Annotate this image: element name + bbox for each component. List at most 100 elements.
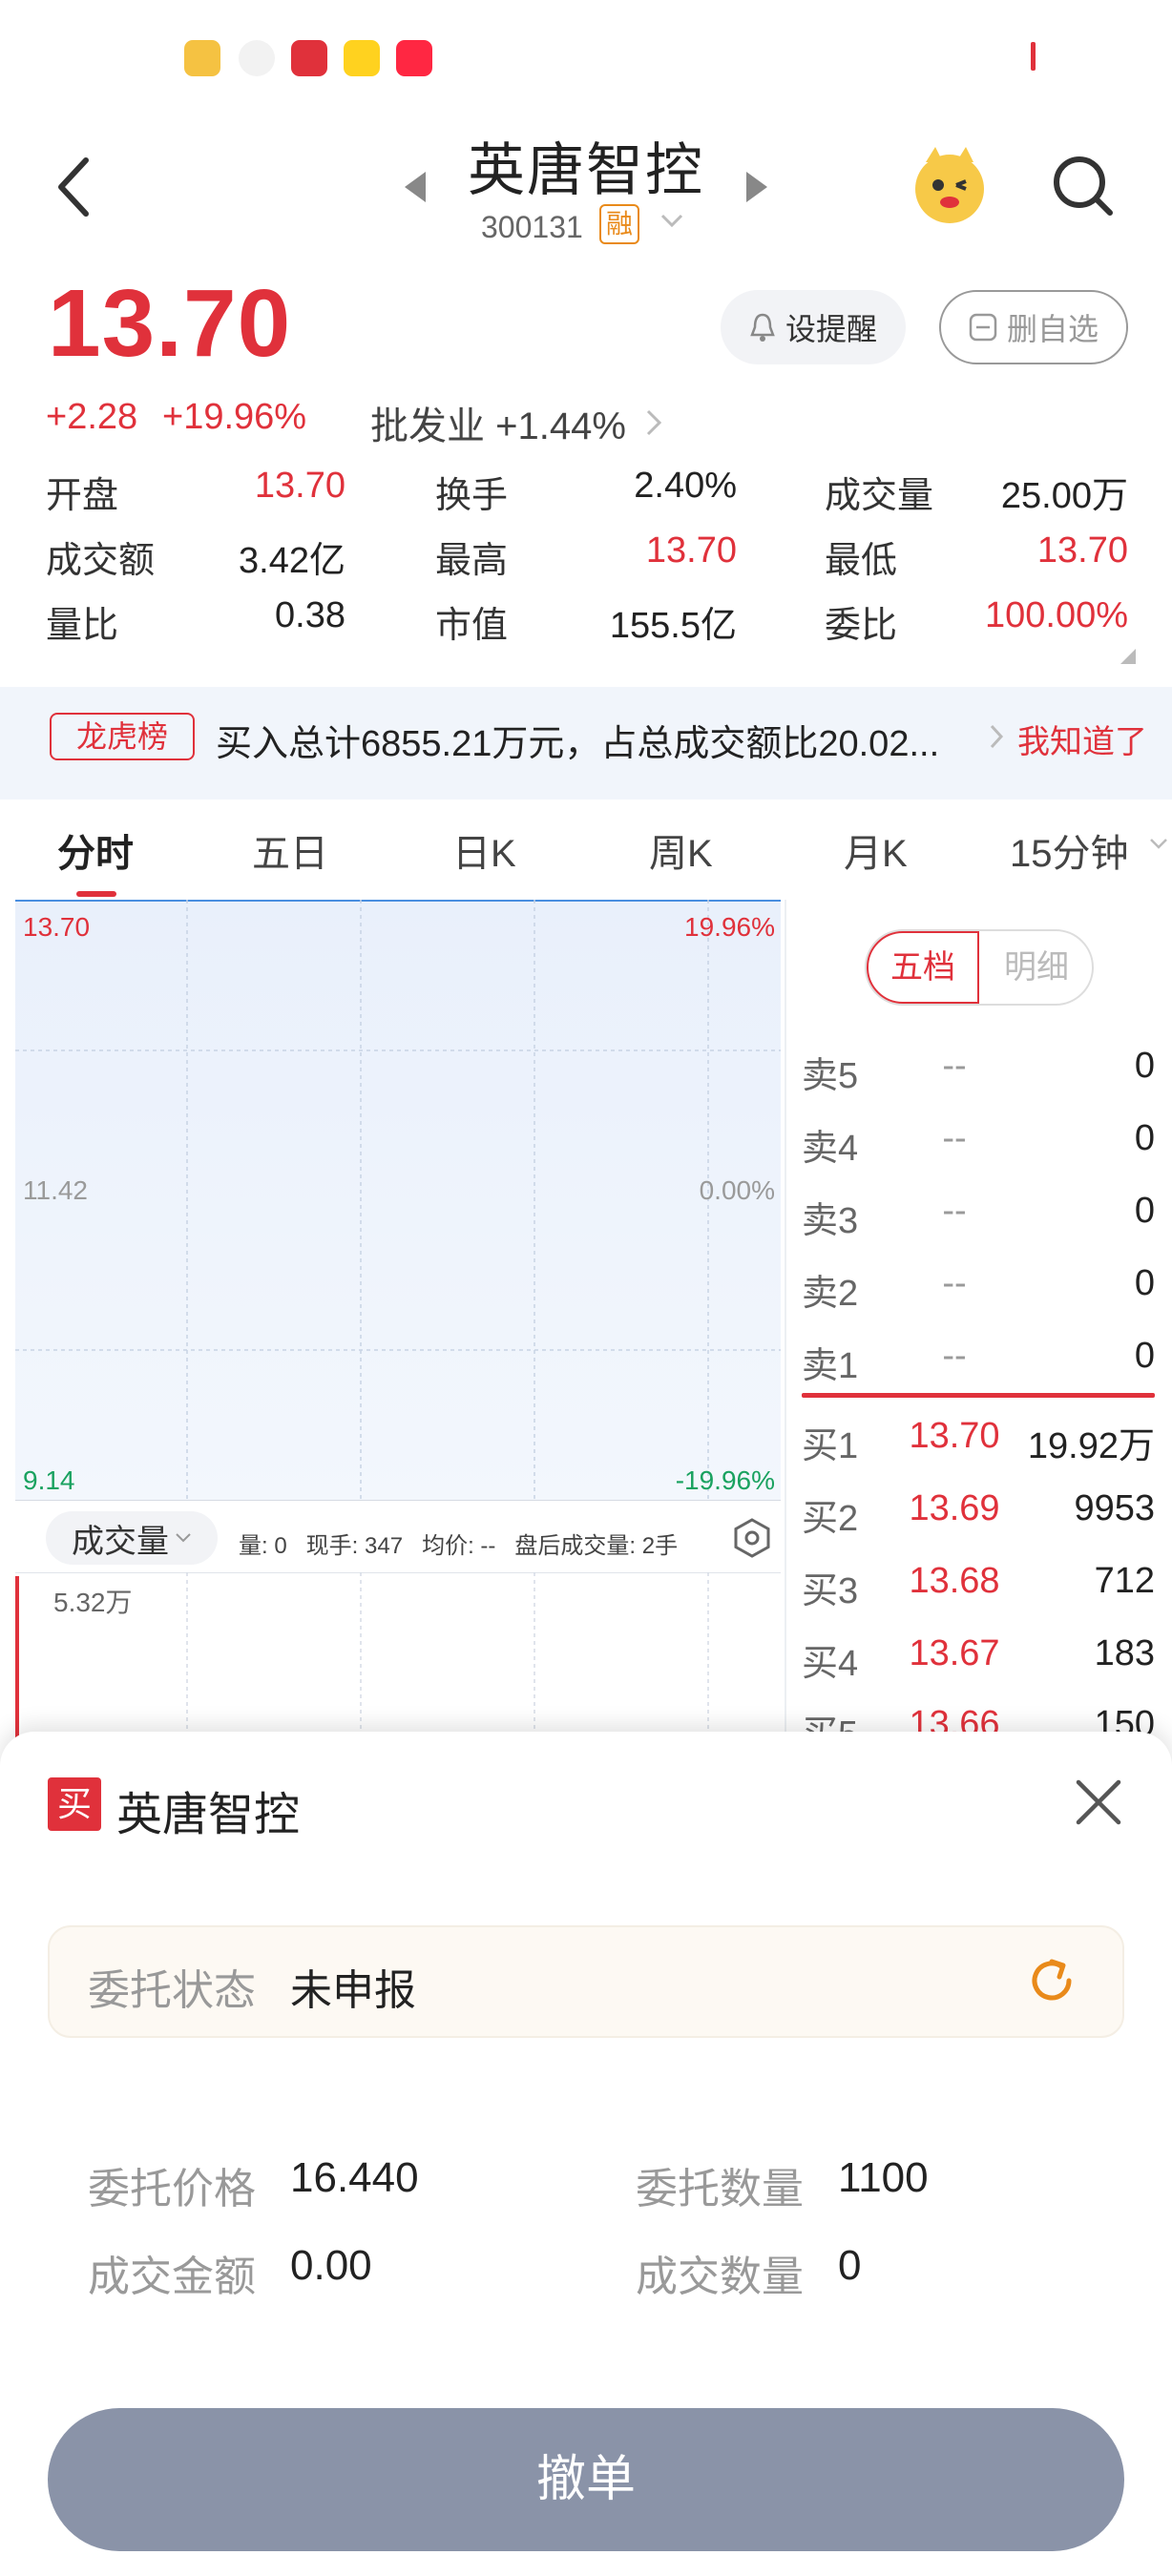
buy4-label: 买4 bbox=[802, 1644, 859, 1684]
sell4-qty: 0 bbox=[1134, 1118, 1155, 1158]
status-label: 委托状态 bbox=[88, 1967, 256, 2014]
xiaohongshu-icon bbox=[396, 40, 432, 76]
weibo-icon bbox=[184, 40, 220, 76]
stat-label-low: 最低 bbox=[825, 541, 898, 581]
stat-value-open: 13.70 bbox=[254, 466, 345, 506]
chevron-down-icon[interactable] bbox=[659, 212, 685, 236]
orderbook-tab-five[interactable]: 五档 bbox=[867, 931, 979, 1004]
dragon-tiger-tag: 龙虎榜 bbox=[50, 713, 195, 760]
chart-bottom-price: 9.14 bbox=[23, 1465, 75, 1495]
chart-mid-price: 11.42 bbox=[23, 1175, 88, 1205]
sell5-label: 卖5 bbox=[802, 1056, 859, 1096]
buy1-qty: 19.92万 bbox=[1027, 1426, 1155, 1466]
buy-side-badge: 买 bbox=[48, 1777, 101, 1831]
tab-15min[interactable]: 15分钟 bbox=[1010, 822, 1129, 878]
stat-value-turnover: 2.40% bbox=[634, 466, 737, 506]
price-change-pct: +19.96% bbox=[162, 397, 307, 437]
stat-label-bid-ratio: 委比 bbox=[825, 606, 898, 646]
sell2-label: 卖2 bbox=[802, 1274, 859, 1314]
stock-code: 300131 bbox=[481, 210, 583, 244]
order-qty-value: 1100 bbox=[838, 2154, 929, 2201]
buy4-qty: 183 bbox=[1094, 1633, 1155, 1673]
orderbook-divider bbox=[802, 1393, 1155, 1398]
order-price-value: 16.440 bbox=[290, 2154, 419, 2201]
stat-label-turnover: 换手 bbox=[435, 476, 509, 516]
filled-qty-value: 0 bbox=[838, 2242, 862, 2289]
sell4-label: 卖4 bbox=[802, 1129, 859, 1169]
volume-selector[interactable]: 成交量 bbox=[46, 1511, 218, 1565]
buy1-label: 买1 bbox=[802, 1426, 859, 1466]
buy2-qty: 9953 bbox=[1074, 1488, 1155, 1528]
chevron-right-icon bbox=[646, 409, 662, 436]
set-alert-button[interactable]: 设提醒 bbox=[721, 290, 906, 364]
sell1-label: 卖1 bbox=[802, 1346, 859, 1386]
bell-icon bbox=[750, 313, 775, 342]
minus-square-icon bbox=[969, 313, 997, 342]
cancel-order-button[interactable]: 撤单 bbox=[48, 2408, 1124, 2551]
chart-top-price: 13.70 bbox=[23, 912, 91, 942]
current-price: 13.70 bbox=[48, 270, 292, 377]
filled-qty-label: 成交数量 bbox=[636, 2254, 804, 2300]
margin-badge: 融 bbox=[599, 204, 639, 244]
banner-dismiss-button[interactable]: 我知道了 bbox=[1017, 716, 1147, 762]
stat-label-market-cap: 市值 bbox=[435, 606, 509, 646]
stat-value-volume-ratio: 0.38 bbox=[275, 595, 345, 635]
chart-bottom-pct: -19.96% bbox=[675, 1465, 775, 1495]
stat-label-volume: 成交量 bbox=[825, 476, 934, 516]
stat-label-high: 最高 bbox=[435, 541, 509, 581]
next-stock-icon[interactable] bbox=[743, 168, 771, 211]
close-icon[interactable] bbox=[1073, 1776, 1124, 1833]
order-qty-label: 委托数量 bbox=[636, 2166, 804, 2212]
remove-watchlist-label: 删自选 bbox=[1006, 312, 1099, 346]
stat-value-bid-ratio: 100.00% bbox=[984, 595, 1128, 635]
banner-text: 买入总计6855.21万元，占总成交额比20.02... bbox=[216, 724, 940, 764]
remove-watchlist-button[interactable]: 删自选 bbox=[939, 290, 1128, 364]
app-icon-3 bbox=[291, 40, 327, 76]
stat-value-amount: 3.42亿 bbox=[239, 541, 345, 581]
order-price-label: 委托价格 bbox=[88, 2166, 256, 2212]
volume-selector-label: 成交量 bbox=[72, 1523, 169, 1560]
volume-info: 量: 0 现手: 347 均价: -- 盘后成交量: 2手 bbox=[239, 1533, 679, 1559]
industry-link[interactable]: 批发业 +1.44% bbox=[370, 395, 662, 450]
stat-value-volume: 25.00万 bbox=[1000, 476, 1128, 516]
tab-monthly-k[interactable]: 月K bbox=[844, 822, 908, 878]
orderbook-left-border bbox=[785, 900, 786, 1739]
buy3-label: 买3 bbox=[802, 1571, 859, 1611]
expand-corner-icon[interactable] bbox=[1119, 647, 1138, 671]
price-change: +2.28 bbox=[46, 397, 138, 437]
stat-label-open: 开盘 bbox=[46, 476, 119, 516]
buy2-label: 买2 bbox=[802, 1499, 859, 1539]
search-icon[interactable] bbox=[1050, 153, 1117, 224]
sell3-qty: 0 bbox=[1134, 1191, 1155, 1231]
sell5-qty: 0 bbox=[1134, 1046, 1155, 1086]
filled-amount-value: 0.00 bbox=[290, 2242, 372, 2289]
orderbook-tab-detail[interactable]: 明细 bbox=[981, 931, 1092, 1004]
tab-active-indicator bbox=[76, 891, 116, 897]
stat-value-market-cap: 155.5亿 bbox=[609, 606, 737, 646]
settings-hexagon-icon[interactable] bbox=[731, 1517, 773, 1564]
stock-title: 英唐智控 bbox=[468, 138, 704, 202]
banner-chevron-icon bbox=[989, 723, 1004, 755]
tab-five-day[interactable]: 五日 bbox=[252, 822, 328, 878]
chart-mid-pct: 0.00% bbox=[699, 1175, 775, 1205]
mascot-icon[interactable] bbox=[907, 141, 993, 227]
tab-intraday[interactable]: 分时 bbox=[57, 822, 134, 878]
set-alert-label: 设提醒 bbox=[785, 312, 877, 346]
filled-amount-label: 成交金额 bbox=[88, 2254, 256, 2300]
sell1-qty: 0 bbox=[1134, 1336, 1155, 1376]
buy3-qty: 712 bbox=[1094, 1561, 1155, 1601]
sheet-stock-name: 英唐智控 bbox=[116, 1790, 301, 1840]
app-icon-4 bbox=[344, 40, 380, 76]
battery-indicator bbox=[1031, 42, 1036, 71]
tab-dropdown-icon[interactable] bbox=[1149, 838, 1168, 856]
status-value: 未申报 bbox=[290, 1967, 416, 2014]
sell2-qty: 0 bbox=[1134, 1263, 1155, 1303]
app-icon-2 bbox=[239, 40, 275, 76]
refresh-icon[interactable] bbox=[1023, 1952, 1080, 2014]
chart-top-pct: 19.96% bbox=[684, 912, 775, 942]
industry-label: 批发业 +1.44% bbox=[370, 405, 626, 447]
stat-label-amount: 成交额 bbox=[46, 541, 156, 581]
chevron-down-icon bbox=[176, 1533, 191, 1543]
tab-daily-k[interactable]: 日K bbox=[452, 822, 516, 878]
tab-weekly-k[interactable]: 周K bbox=[649, 822, 713, 878]
